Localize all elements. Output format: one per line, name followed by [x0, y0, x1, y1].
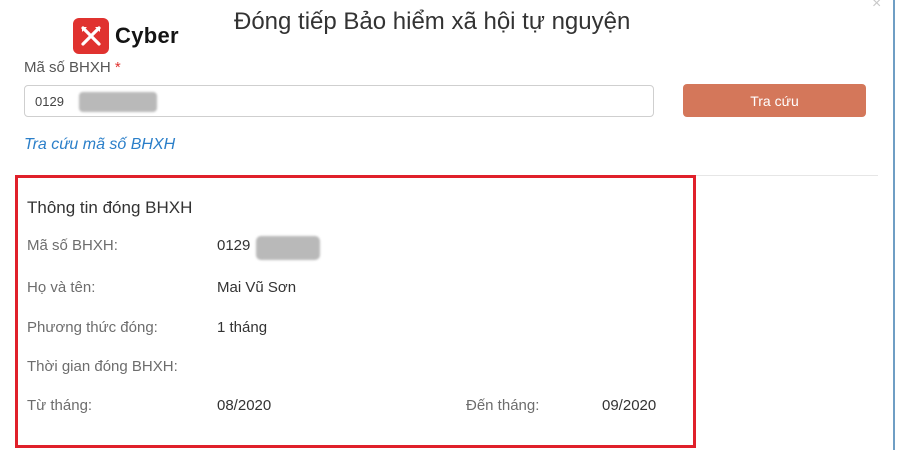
row-label-method: Phương thức đóng: [27, 319, 158, 336]
row-label-name: Họ và tên: [27, 279, 96, 296]
brand-logo: Cyber [73, 18, 179, 54]
cyber-logo-icon [73, 18, 109, 54]
to-month-label: Đến tháng: [466, 397, 540, 414]
redacted-digits [256, 236, 320, 260]
payment-info-panel: Thông tin đóng BHXH Mã số BHXH: 0129 Họ … [15, 175, 696, 448]
dialog: × Cyber Đóng tiếp Bảo hiểm xã hội tự ngu… [0, 0, 900, 450]
lookup-id-link[interactable]: Tra cứu mã số BHXH [24, 136, 175, 154]
required-mark: * [114, 59, 121, 76]
row-value-name: Mai Vũ Sơn [217, 279, 297, 296]
row-value-from-month: 08/2020 [217, 397, 272, 414]
row-value-id: 0129 [217, 237, 251, 254]
social-insurance-id-input[interactable]: 0129 [24, 85, 654, 117]
window-edge [893, 0, 895, 450]
brand-name: Cyber [115, 23, 179, 48]
row-label-from-month: Từ tháng: [27, 397, 93, 414]
to-month-value: 09/2020 [602, 397, 657, 414]
lookup-button[interactable]: Tra cứu [683, 84, 866, 117]
social-insurance-id-label: Mã số BHXH * [24, 59, 121, 76]
dialog-title: Đóng tiếp Bảo hiểm xã hội tự nguyện [234, 8, 631, 35]
row-label-period: Thời gian đóng BHXH: [27, 358, 178, 375]
field-label-text: Mã số BHXH [24, 59, 111, 76]
row-label-id: Mã số BHXH: [27, 237, 118, 254]
info-title: Thông tin đóng BHXH [27, 198, 193, 217]
close-icon[interactable]: × [872, 0, 881, 12]
row-value-method: 1 tháng [217, 319, 268, 336]
input-value: 0129 [35, 94, 64, 109]
redacted-digits [79, 92, 157, 112]
